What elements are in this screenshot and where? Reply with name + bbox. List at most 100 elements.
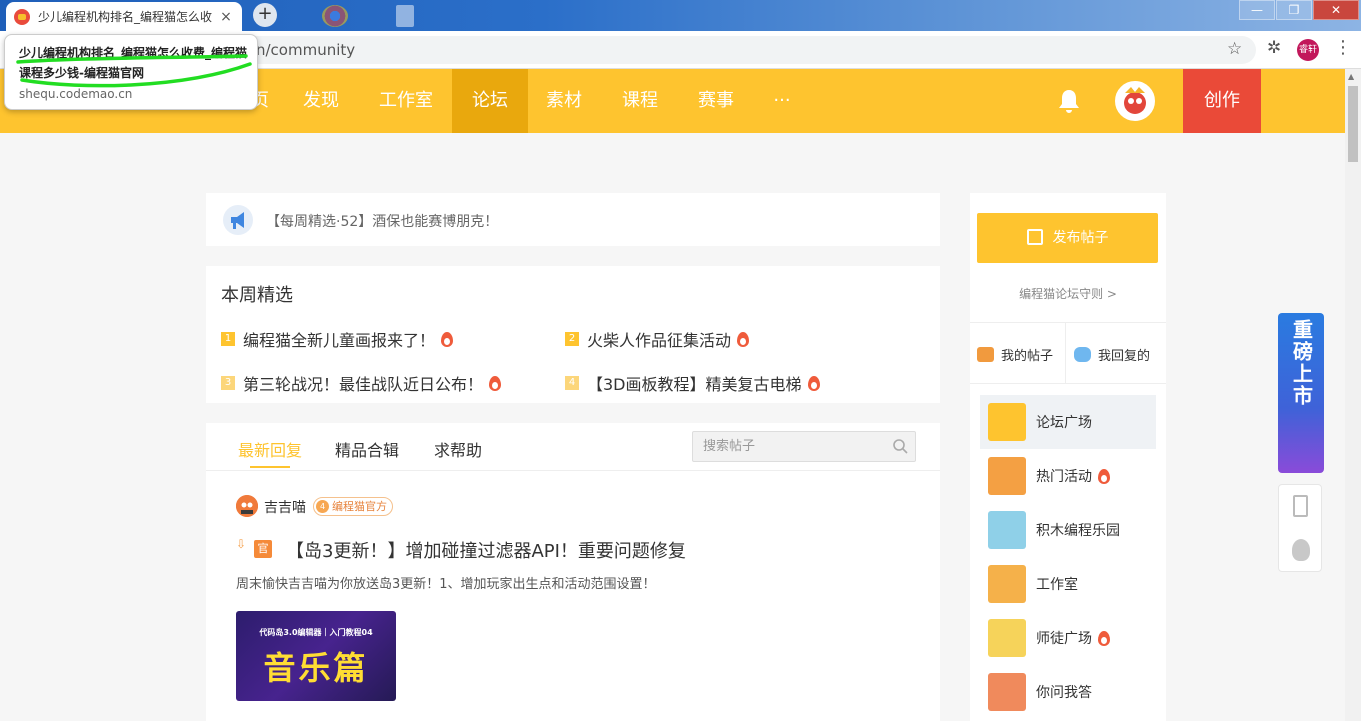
my-replies-label: 我回复的 [1098, 349, 1151, 364]
tab-help[interactable]: 求帮助 [434, 437, 482, 461]
user-avatar[interactable] [1115, 81, 1155, 121]
megaphone-icon [223, 205, 253, 235]
weekly-item-title: 【3D画板教程】精美复古电梯 [587, 375, 802, 394]
bell-icon[interactable] [1056, 88, 1082, 114]
url-text: n/community [256, 41, 356, 59]
sidebar-item-label: 热门活动 [1036, 469, 1092, 485]
fire-hot-icon [807, 375, 820, 391]
restore-button[interactable]: ❐ [1276, 0, 1312, 20]
pin-top-icon: ⇩ [236, 537, 247, 551]
divider [1065, 323, 1066, 383]
sidebar-item-label: 师徒广场 [1036, 631, 1092, 647]
divider [970, 322, 1166, 323]
forum-sidebar: 发布帖子 编程猫论坛守则 > 我的帖子 我回复的 论坛广场 热门活动 积木编程乐… [970, 193, 1166, 721]
mentorship-icon [988, 619, 1026, 657]
post-list-panel: 最新回复 精品合辑 求帮助 搜索帖子 吉吉喵 4 编程猫官方 ⇩ 官 【岛3更新… [206, 423, 940, 721]
my-posts-label: 我的帖子 [1001, 349, 1054, 364]
create-button[interactable]: 创作 [1183, 69, 1261, 133]
new-tab-button[interactable]: + [253, 3, 277, 27]
browser-menu-icon[interactable]: ⋮ [1334, 37, 1352, 58]
fire-hot-icon [1098, 630, 1110, 646]
minimize-button[interactable]: — [1239, 0, 1275, 20]
official-tag: 官 [254, 540, 272, 558]
sidebar-item-mentorship[interactable]: 师徒广场 [980, 611, 1156, 665]
fire-hot-icon [489, 375, 502, 391]
sidebar-item-label: 积木编程乐园 [1036, 523, 1120, 539]
window-controls: — ❐ ✕ [1238, 0, 1359, 20]
forum-square-icon [988, 403, 1026, 441]
sidebar-item-forum-square[interactable]: 论坛广场 [980, 395, 1156, 449]
publish-post-button[interactable]: 发布帖子 [977, 213, 1158, 263]
search-icon[interactable] [892, 438, 908, 454]
tab-title: 少儿编程机构排名_编程猫怎么收 [38, 10, 213, 24]
ad-banner-text: 重磅上市 [1289, 319, 1314, 407]
tab-featured[interactable]: 精品合辑 [335, 437, 399, 461]
divider [206, 470, 940, 471]
active-tab-indicator [250, 466, 290, 468]
weekly-item[interactable]: 3 第三轮战况！最佳战队近日公布！ [221, 371, 502, 395]
weekly-picks-panel: 本周精选 1 编程猫全新儿童画报来了！ 2 火柴人作品征集活动 3 第三轮战况！… [206, 266, 940, 403]
qq-penguin-icon[interactable] [1292, 539, 1310, 561]
nav-courses[interactable]: 课程 [606, 69, 674, 133]
weekly-item-title: 编程猫全新儿童画报来了！ [243, 331, 436, 350]
weekly-item[interactable]: 1 编程猫全新儿童画报来了！ [221, 327, 454, 351]
hot-events-icon [988, 457, 1026, 495]
block-coding-icon [988, 511, 1026, 549]
nav-events[interactable]: 赛事 [682, 69, 750, 133]
forum-rules-link[interactable]: 编程猫论坛守则 > [970, 285, 1166, 302]
post-summary: 周末愉快吉吉喵为你放送岛3更新！1、增加玩家出生点和活动范围设置！ [236, 577, 656, 592]
publish-post-label: 发布帖子 [1052, 230, 1109, 246]
close-window-button[interactable]: ✕ [1313, 0, 1359, 20]
floating-tools [1278, 484, 1322, 572]
mobile-phone-icon[interactable] [1293, 495, 1308, 517]
my-posts-link[interactable]: 我的帖子 [977, 345, 1053, 364]
studio-icon [988, 565, 1026, 603]
scroll-up-arrow-icon[interactable]: ▲ [1348, 72, 1354, 81]
profile-avatar[interactable]: 睿轩 [1297, 39, 1319, 61]
sidebar-item-label: 论坛广场 [1036, 415, 1092, 431]
weekly-item-title: 第三轮战况！最佳战队近日公布！ [243, 375, 484, 394]
search-posts-input[interactable]: 搜索帖子 [692, 431, 916, 462]
sidebar-item-qa[interactable]: 你问我答 [980, 665, 1156, 719]
tab-close-icon[interactable]: × [218, 9, 234, 25]
post-title[interactable]: 【岛3更新！】增加碰撞过滤器API！重要问题修复 [286, 537, 686, 563]
sidebar-item-label: 工作室 [1036, 577, 1078, 593]
sidebar-item-block-coding[interactable]: 积木编程乐园 [980, 503, 1156, 557]
tab-latest-replies[interactable]: 最新回复 [238, 437, 302, 461]
nav-discover[interactable]: 发现 [288, 69, 354, 133]
nav-forum[interactable]: 论坛 [452, 69, 528, 133]
sidebar-item-label: 你问我答 [1036, 685, 1092, 701]
weekly-item[interactable]: 4 【3D画板教程】精美复古电梯 [565, 371, 820, 395]
bookmark-star-icon[interactable]: ☆ [1227, 39, 1242, 59]
browser-tab[interactable]: 少儿编程机构排名_编程猫怎么收 × [6, 2, 242, 31]
edit-icon [1026, 229, 1043, 245]
rank-badge: 1 [221, 332, 235, 346]
document-icon [396, 5, 414, 27]
official-badge-label: 编程猫官方 [332, 500, 387, 513]
announcement-text[interactable]: 【每周精选·52】酒保也能赛博朋克！ [266, 211, 498, 231]
announcement-bar: 【每周精选·52】酒保也能赛博朋克！ [206, 193, 940, 246]
floating-ad-banner[interactable]: 重磅上市 [1278, 313, 1324, 473]
scrollbar-thumb[interactable] [1348, 86, 1358, 162]
official-badge: 4 编程猫官方 [313, 497, 393, 516]
extensions-puzzle-icon[interactable]: ✲ [1267, 38, 1281, 58]
post-thumbnail[interactable]: 代码岛3.0编辑器｜入门教程04 音乐篇 [236, 611, 396, 701]
author-avatar[interactable] [236, 495, 258, 517]
nav-studio[interactable]: 工作室 [364, 69, 448, 133]
codemao-favicon-icon [14, 8, 30, 25]
nav-more[interactable]: ··· [760, 69, 804, 133]
fire-hot-icon [737, 331, 750, 347]
page-scrollbar[interactable] [1345, 69, 1361, 721]
sidebar-item-studio[interactable]: 工作室 [980, 557, 1156, 611]
rank-badge: 2 [565, 332, 579, 346]
green-annotation-scribble [16, 54, 252, 88]
my-replies-link[interactable]: 我回复的 [1074, 345, 1150, 364]
weekly-item[interactable]: 2 火柴人作品征集活动 [565, 327, 750, 351]
weekly-item-title: 火柴人作品征集活动 [587, 331, 732, 350]
fire-hot-icon [441, 331, 454, 347]
sidebar-item-hot-events[interactable]: 热门活动 [980, 449, 1156, 503]
divider [970, 383, 1166, 384]
author-name[interactable]: 吉吉喵 [264, 497, 306, 517]
nav-materials[interactable]: 素材 [530, 69, 598, 133]
my-posts-icon [977, 347, 994, 362]
